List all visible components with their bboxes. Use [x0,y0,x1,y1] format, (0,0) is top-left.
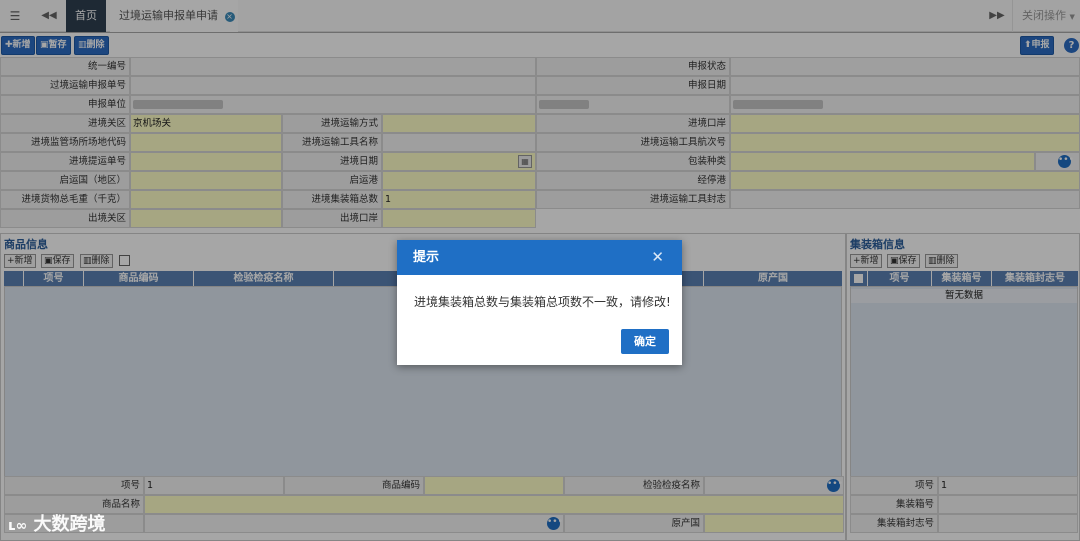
ok-button[interactable]: 确定 [621,329,669,354]
logo-icon: ʟ∞ [8,518,28,534]
dialog-header: 提示 ✕ [397,240,682,275]
dialog-title: 提示 [413,250,440,265]
alert-dialog: 提示 ✕ 进境集装箱总数与集装箱总项数不一致，请修改! 确定 [397,240,682,365]
watermark-logo: ʟ∞ 大数跨境 [8,510,106,536]
watermark-text: 大数跨境 [33,514,106,535]
close-icon[interactable]: ✕ [651,240,664,275]
dialog-message: 进境集装箱总数与集装箱总项数不一致，请修改! [414,295,671,309]
